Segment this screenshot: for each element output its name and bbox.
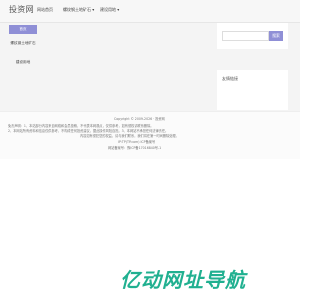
- site-logo[interactable]: 投资网: [9, 4, 34, 15]
- footer-icp[interactable]: 网站备案号：豫ICP备17016840号-1: [108, 145, 161, 150]
- footer-notice-line-3: 内容如有侵犯您的权益，请与我们联系，我们将在第一时间删除处理。: [80, 134, 179, 138]
- nav-item-steel[interactable]: 螺纹钢土地矿石 ▾: [63, 7, 94, 13]
- sidebar: 首页 螺纹钢土地矿石 建设用地: [9, 23, 37, 111]
- watermark-text: 亿动网址导航: [120, 268, 246, 292]
- nav-item-home[interactable]: 网站首页: [37, 7, 53, 13]
- search-input[interactable]: [222, 31, 269, 41]
- footer-copyright: Copyright © 2009-2026 · 投资网: [114, 117, 165, 121]
- footer: Copyright © 2009-2026 · 投资网 免责声明：1、本站部分内…: [0, 111, 300, 159]
- footer-site[interactable]: IP:TP(TP.com) ICP备案号: [118, 139, 155, 144]
- sidebar-item-land[interactable]: 建设用地: [9, 60, 37, 65]
- sidebar-item-home[interactable]: 首页: [9, 25, 37, 34]
- search-panel: 搜索: [217, 23, 288, 49]
- sidebar-item-steel[interactable]: 螺纹钢土地矿石: [9, 41, 37, 46]
- links-panel: 友情链接: [217, 70, 288, 110]
- top-bar: 投资网 网站首页 螺纹钢土地矿石 ▾ 建设用地 ▾: [0, 0, 300, 23]
- nav-item-land[interactable]: 建设用地 ▾: [100, 7, 119, 13]
- search-button[interactable]: 搜索: [269, 31, 283, 41]
- links-panel-title: 友情链接: [222, 76, 238, 81]
